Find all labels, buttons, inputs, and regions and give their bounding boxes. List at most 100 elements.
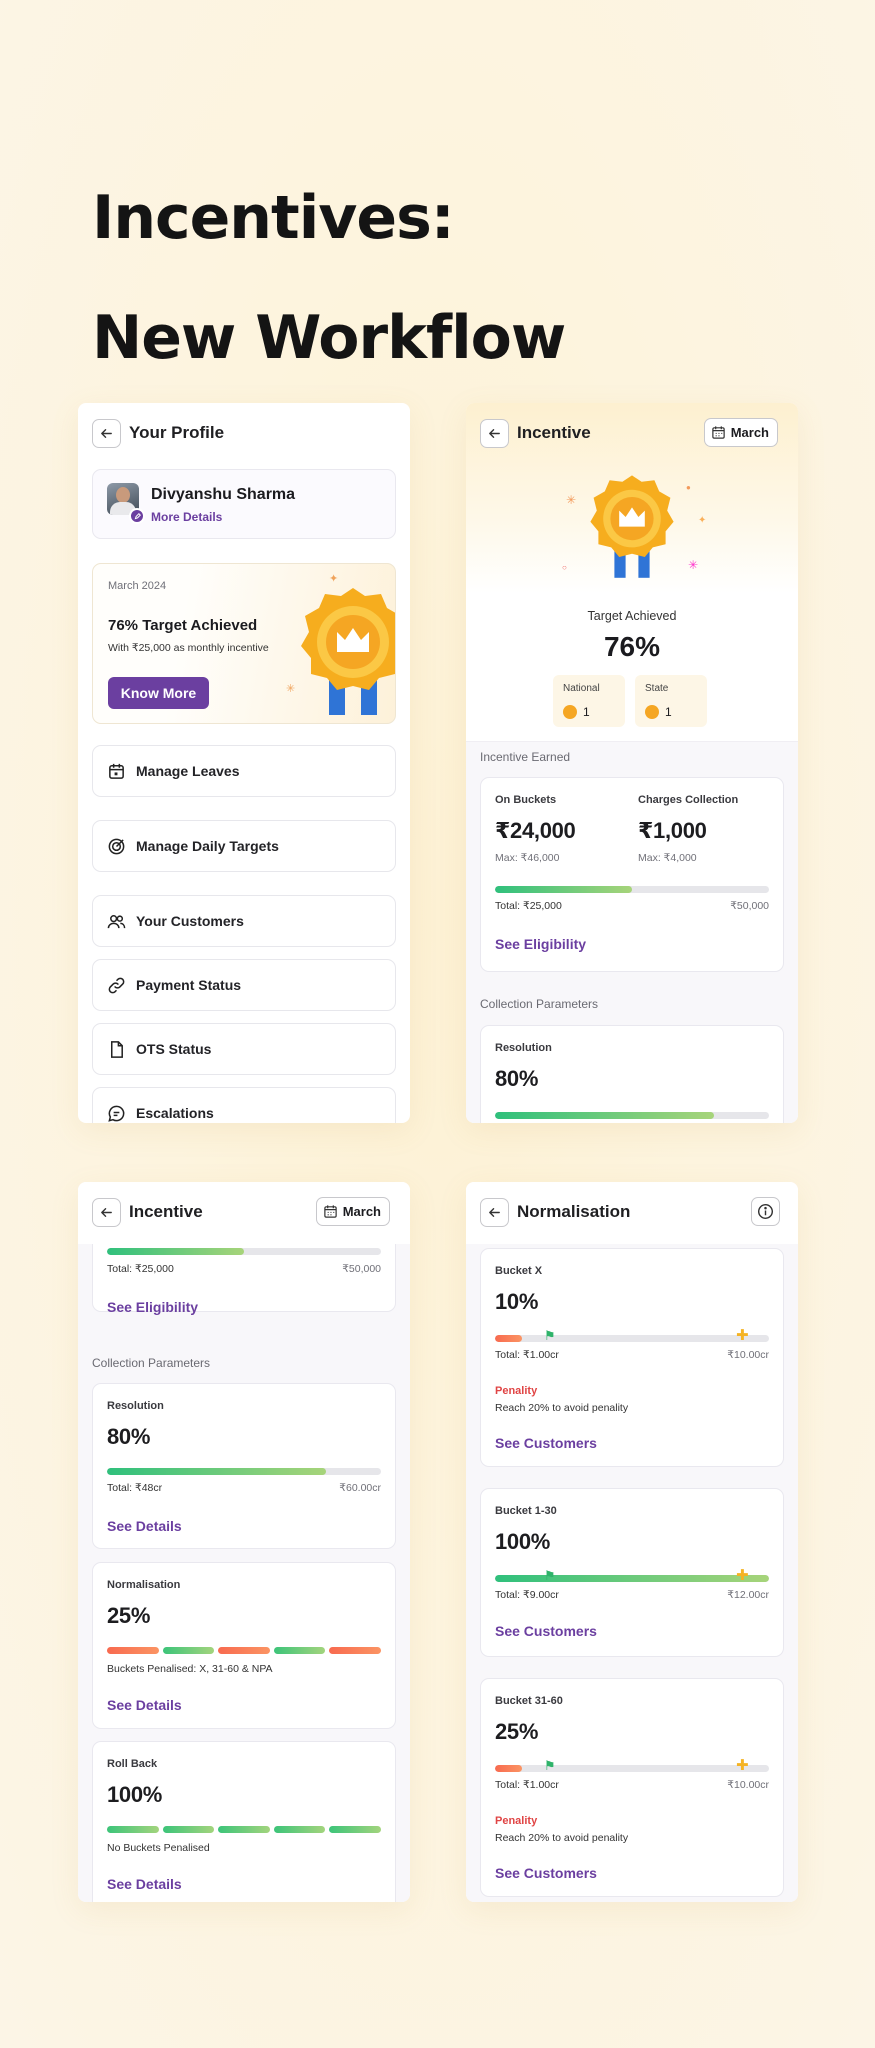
rollback-note: No Buckets Penalised bbox=[107, 1842, 210, 1854]
rollback-segments bbox=[107, 1826, 381, 1833]
menu-item-payment-status[interactable]: Payment Status bbox=[92, 959, 396, 1011]
confetti-icon: ○ bbox=[562, 563, 567, 572]
more-details-link[interactable]: More Details bbox=[151, 510, 222, 524]
bar-segment bbox=[273, 1826, 326, 1833]
menu-item-manage-daily-targets[interactable]: Manage Daily Targets bbox=[92, 820, 396, 872]
bar-segment bbox=[329, 1826, 381, 1833]
on-buckets-label: On Buckets bbox=[495, 794, 557, 806]
bucket-label: Bucket X bbox=[495, 1265, 543, 1277]
resolution-label: Resolution bbox=[495, 1042, 552, 1054]
bucket-label: Bucket 31-60 bbox=[495, 1695, 563, 1707]
total-right: ₹50,000 bbox=[342, 1263, 381, 1275]
bucket-label: Bucket 1-30 bbox=[495, 1505, 557, 1517]
profile-topbar: Your Profile bbox=[78, 403, 410, 463]
rank-state: State 1 bbox=[635, 675, 707, 727]
see-details-link[interactable]: See Details bbox=[107, 1876, 182, 1892]
bar-segment bbox=[162, 1826, 215, 1833]
bar-segment bbox=[107, 1826, 159, 1833]
penalty-note: Reach 20% to avoid penality bbox=[495, 1402, 629, 1414]
menu-label: Manage Daily Targets bbox=[136, 838, 279, 854]
total-left: Total: ₹25,000 bbox=[107, 1263, 174, 1275]
confetti-icon: ● bbox=[686, 483, 691, 492]
bucket-total-left: Total: ₹1.00cr bbox=[495, 1349, 559, 1361]
see-eligibility-link[interactable]: See Eligibility bbox=[107, 1299, 198, 1315]
arrow-left-icon bbox=[489, 429, 500, 438]
rank-national: National 1 bbox=[553, 675, 625, 727]
bucket-value: 10% bbox=[495, 1289, 539, 1314]
resolution-value: 80% bbox=[495, 1066, 539, 1091]
see-customers-link[interactable]: See Customers bbox=[495, 1435, 597, 1451]
bucket-progress-bar bbox=[495, 1575, 769, 1582]
menu-label: Escalations bbox=[136, 1105, 214, 1121]
resolution-progress-bar bbox=[495, 1112, 769, 1119]
page-title: Incentive bbox=[517, 423, 591, 442]
resolution-total-left: Total: ₹48cr bbox=[107, 1482, 163, 1494]
menu-item-escalations[interactable]: Escalations bbox=[92, 1087, 396, 1123]
normalisation-topbar: Normalisation bbox=[466, 1182, 798, 1244]
menu-label: Payment Status bbox=[136, 977, 242, 993]
resolution-progress-bar bbox=[107, 1468, 381, 1475]
confetti-icon: ✳ bbox=[566, 493, 577, 507]
hero-title-line-1: Incentives: bbox=[92, 183, 455, 253]
info-button[interactable] bbox=[751, 1197, 780, 1226]
section-collection-parameters: Collection Parameters bbox=[480, 997, 599, 1011]
rank-value: 1 bbox=[583, 705, 590, 719]
know-more-button[interactable]: Know More bbox=[108, 677, 209, 709]
resolution-card: Resolution 80% Total: ₹48cr ₹60.00cr See… bbox=[92, 1383, 396, 1549]
normalisation-label: Normalisation bbox=[107, 1579, 181, 1591]
bucket-total-right: ₹10.00cr bbox=[727, 1779, 769, 1791]
incentive-screen: Incentive March ✳ ● ○ ✳ ✦ Target Achieve… bbox=[466, 403, 798, 1123]
rank-medal-icon bbox=[563, 705, 577, 719]
see-details-link[interactable]: See Details bbox=[107, 1697, 182, 1713]
back-button[interactable] bbox=[92, 1198, 121, 1227]
resolution-value: 80% bbox=[107, 1424, 151, 1449]
month-selector[interactable]: March bbox=[315, 1197, 390, 1226]
see-customers-link[interactable]: See Customers bbox=[495, 1865, 597, 1881]
rank-medal-icon bbox=[645, 705, 659, 719]
total-progress-bar bbox=[495, 886, 769, 893]
back-button[interactable] bbox=[480, 1198, 509, 1227]
charges-value: ₹1,000 bbox=[638, 818, 707, 843]
sparkle-icon: ✦ bbox=[329, 573, 339, 585]
bucket-progress-bar bbox=[495, 1335, 769, 1342]
flag-icon: ⚑ bbox=[544, 1758, 556, 1773]
edit-badge-icon[interactable] bbox=[129, 508, 145, 524]
menu-item-manage-leaves[interactable]: Manage Leaves bbox=[92, 745, 396, 797]
back-button[interactable] bbox=[92, 419, 121, 448]
users-icon bbox=[107, 914, 126, 928]
file-icon bbox=[110, 1040, 123, 1058]
banner-month: March 2024 bbox=[108, 580, 167, 592]
banner-subtext: With ₹25,000 as monthly incentive bbox=[108, 642, 269, 654]
target-banner: March 2024 76% Target Achieved With ₹25,… bbox=[92, 563, 396, 724]
see-eligibility-link[interactable]: See Eligibility bbox=[495, 936, 586, 952]
menu-item-your-customers[interactable]: Your Customers bbox=[92, 895, 396, 947]
see-details-link[interactable]: See Details bbox=[107, 1518, 182, 1534]
calendar-icon bbox=[711, 426, 725, 439]
profile-card[interactable]: Divyanshu Sharma More Details bbox=[92, 469, 396, 539]
bar-segment bbox=[273, 1647, 326, 1654]
page-title: Your Profile bbox=[129, 423, 225, 442]
rollback-card: Roll Back 100% No Buckets Penalised See … bbox=[92, 1741, 396, 1902]
user-name: Divyanshu Sharma bbox=[151, 486, 296, 503]
charges-max: Max: ₹4,000 bbox=[638, 852, 697, 864]
hero-title-line-2: New Workflow bbox=[92, 303, 566, 373]
see-customers-link[interactable]: See Customers bbox=[495, 1623, 597, 1639]
flag-icon: ⚑ bbox=[544, 1568, 556, 1583]
page-title: Incentive bbox=[129, 1202, 203, 1221]
menu-item-ots-status[interactable]: OTS Status bbox=[92, 1023, 396, 1075]
bucket-value: 100% bbox=[495, 1529, 551, 1554]
on-buckets-max: Max: ₹46,000 bbox=[495, 852, 560, 864]
month-selector[interactable]: March bbox=[703, 418, 778, 447]
normalisation-value: 25% bbox=[107, 1603, 151, 1628]
star-icon: ✚ bbox=[736, 1757, 749, 1774]
back-button[interactable] bbox=[480, 419, 509, 448]
calendar-icon bbox=[323, 1205, 337, 1218]
bar-segment bbox=[329, 1647, 381, 1654]
rank-label: State bbox=[645, 683, 669, 694]
bucket-total-right: ₹10.00cr bbox=[727, 1349, 769, 1361]
section-collection-parameters: Collection Parameters bbox=[92, 1356, 211, 1370]
normalisation-note: Buckets Penalised: X, 31-60 & NPA bbox=[107, 1663, 273, 1675]
target-label: Target Achieved bbox=[587, 609, 677, 623]
bar-segment bbox=[218, 1826, 270, 1833]
total-progress-bar bbox=[107, 1248, 381, 1255]
